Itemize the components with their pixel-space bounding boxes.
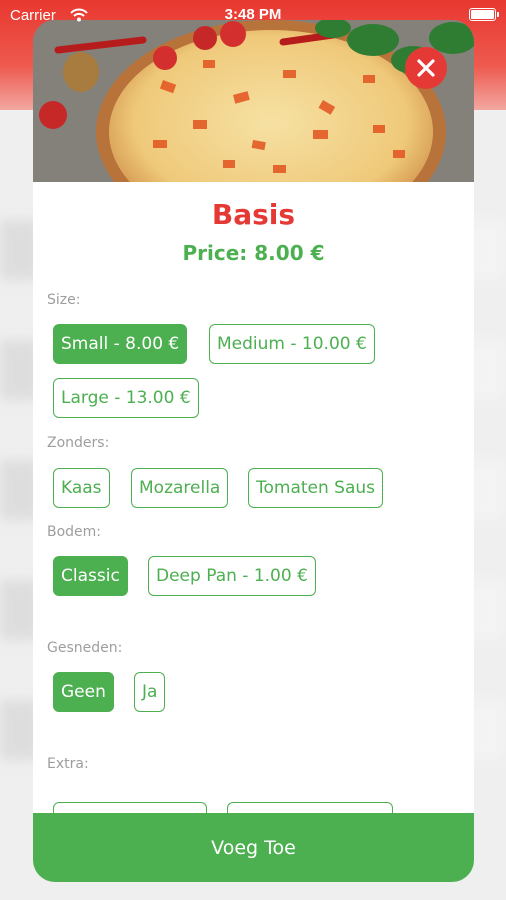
zonders-option-kaas[interactable]: Kaas: [53, 468, 110, 508]
add-to-order-button[interactable]: Voeg Toe: [33, 813, 474, 882]
bodem-label: Bodem:: [47, 524, 102, 540]
product-modal: Basis Price: 8.00 € Size: Small - 8.00 €…: [33, 20, 474, 882]
size-option-small[interactable]: Small - 8.00 €: [53, 324, 188, 364]
bodem-option-classic[interactable]: Classic: [53, 556, 128, 596]
status-bar: Carrier 3:48 PM: [0, 0, 506, 30]
bodem-option-deep-pan[interactable]: Deep Pan - 1.00 €: [148, 556, 316, 596]
close-button[interactable]: [405, 47, 447, 89]
clock: 3:48 PM: [224, 6, 282, 23]
size-option-large[interactable]: Large - 13.00 €: [53, 378, 199, 418]
zonders-label: Zonders:: [47, 435, 110, 451]
extra-label: Extra:: [47, 756, 89, 772]
zonders-option-tomaten-saus[interactable]: Tomaten Saus: [248, 468, 384, 508]
zonders-option-mozarella[interactable]: Mozarella: [131, 468, 229, 508]
close-icon: [417, 59, 435, 77]
pizza-image: [33, 20, 474, 182]
size-option-medium[interactable]: Medium - 10.00 €: [209, 324, 375, 364]
gesneden-option-ja[interactable]: Ja: [134, 672, 166, 712]
gesneden-label: Gesneden:: [47, 640, 123, 656]
gesneden-option-geen[interactable]: Geen: [53, 672, 114, 712]
product-title: Basis: [211, 198, 296, 231]
size-label: Size:: [47, 292, 81, 308]
battery-icon: [469, 8, 499, 21]
product-price: Price: 8.00 €: [182, 241, 325, 265]
